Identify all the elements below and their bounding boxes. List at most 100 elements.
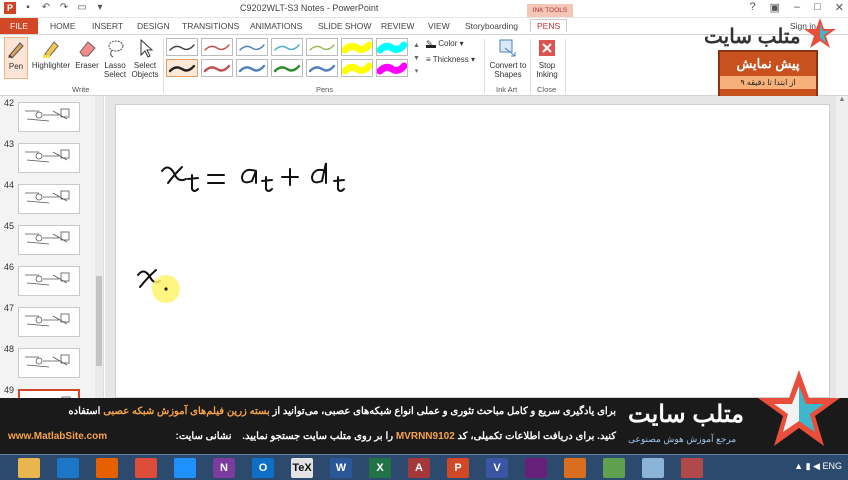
highlighter-icon bbox=[43, 41, 59, 58]
gallery-up-icon[interactable]: ▲ bbox=[412, 39, 421, 52]
tab-pens[interactable]: PENS bbox=[530, 19, 568, 32]
preview-promo-box: پیش نمایش از ابتدا تا دقیقه ۹ bbox=[718, 50, 818, 98]
tab-insert[interactable]: INSERT bbox=[92, 21, 123, 31]
taskbar-firefox-icon[interactable] bbox=[96, 458, 118, 478]
taskbar-chrome-icon[interactable] bbox=[135, 458, 157, 478]
pen-style-swatch[interactable] bbox=[306, 59, 338, 77]
pen-style-swatch[interactable] bbox=[236, 59, 268, 77]
pen-style-swatch[interactable] bbox=[376, 59, 408, 77]
taskbar-powerpoint-icon[interactable]: P bbox=[447, 458, 469, 478]
tab-animations[interactable]: ANIMATIONS bbox=[250, 21, 302, 31]
taskbar-excel-icon[interactable]: X bbox=[369, 458, 391, 478]
convert-to-shapes-button[interactable]: Convert to Shapes bbox=[489, 37, 527, 83]
pen-style-swatch[interactable] bbox=[271, 59, 303, 77]
tab-view[interactable]: VIEW bbox=[428, 21, 450, 31]
select-objects-label: Select Objects bbox=[131, 61, 159, 79]
taskbar-folder-icon[interactable] bbox=[18, 458, 40, 478]
banner-highlight[interactable]: بسته زرین فیلم‌های آموزش شبکه عصبی bbox=[103, 406, 270, 417]
maximize-icon[interactable]: □ bbox=[814, 1, 821, 14]
ribbon-options-icon[interactable]: ▣ bbox=[770, 1, 780, 14]
system-tray: ▲ ▮ ◀ ENG bbox=[794, 461, 842, 472]
tab-home[interactable]: HOME bbox=[50, 21, 76, 31]
current-slide[interactable] bbox=[115, 104, 830, 398]
tab-transitions[interactable]: TRANSITIONS bbox=[182, 21, 239, 31]
save-icon[interactable]: ▪ bbox=[22, 2, 34, 14]
thumbnail-scroll-thumb[interactable] bbox=[96, 276, 102, 366]
pen-style-swatch[interactable] bbox=[236, 38, 268, 56]
thickness-icon: ≡ bbox=[426, 55, 431, 64]
tab-storyboarding[interactable]: Storyboarding bbox=[465, 21, 518, 31]
slide-number: 44 bbox=[4, 180, 15, 190]
slide-thumbnail[interactable] bbox=[18, 225, 80, 255]
brand-subtitle: مرجع آموزش هوش مصنوعی bbox=[628, 434, 737, 444]
separator bbox=[163, 39, 164, 93]
network-icon[interactable]: ▮ bbox=[806, 461, 811, 471]
slide-thumbnail[interactable] bbox=[18, 184, 80, 214]
taskbar-matlab-icon[interactable] bbox=[564, 458, 586, 478]
pen-style-swatch[interactable] bbox=[376, 38, 408, 56]
slide-thumbnail[interactable] bbox=[18, 266, 80, 296]
convert-shapes-icon bbox=[499, 39, 516, 57]
close-icon[interactable]: ✕ bbox=[835, 1, 844, 14]
taskbar-visual-studio-icon[interactable] bbox=[525, 458, 547, 478]
slide-thumbnail[interactable] bbox=[18, 143, 80, 173]
eraser-button[interactable]: Eraser bbox=[74, 37, 100, 79]
site-url[interactable]: www.MatlabSite.com bbox=[8, 431, 107, 442]
banner-line-1: برای یادگیری سریع و کامل مباحث تئوری و ع… bbox=[68, 406, 616, 417]
gallery-down-icon[interactable]: ▼ bbox=[412, 52, 421, 65]
taskbar-ie-icon[interactable] bbox=[57, 458, 79, 478]
highlighter-label: Highlighter bbox=[31, 61, 71, 70]
customize-qat-icon[interactable]: ▾ bbox=[94, 2, 106, 14]
pen-style-swatch[interactable] bbox=[306, 38, 338, 56]
ink-drawing bbox=[137, 162, 345, 303]
tab-design[interactable]: DESIGN bbox=[137, 21, 170, 31]
thickness-dropdown[interactable]: ≡ Thickness ▾ bbox=[426, 55, 475, 64]
taskbar-access-icon[interactable]: A bbox=[408, 458, 430, 478]
slide-scrollbar[interactable]: ▲ bbox=[836, 96, 848, 398]
pen-style-swatch[interactable] bbox=[166, 59, 198, 77]
slideshow-icon[interactable]: ▭ bbox=[76, 2, 88, 14]
slide-thumbnail[interactable] bbox=[18, 348, 80, 378]
redo-icon[interactable]: ↷ bbox=[58, 2, 70, 14]
minimize-icon[interactable]: – bbox=[794, 1, 800, 14]
taskbar-onenote-icon[interactable]: N bbox=[213, 458, 235, 478]
pen-style-swatch[interactable] bbox=[201, 38, 233, 56]
taskbar-ink-icon[interactable] bbox=[603, 458, 625, 478]
slide-thumbnails-panel: 42 43 44 45 46 47 48 49 bbox=[0, 96, 104, 419]
taskbar-photos-icon[interactable] bbox=[681, 458, 703, 478]
pen-style-swatch[interactable] bbox=[341, 59, 373, 77]
brand-name: متلب سایت bbox=[628, 401, 744, 428]
taskbar-visio-icon[interactable]: V bbox=[486, 458, 508, 478]
help-icon[interactable]: ? bbox=[749, 1, 755, 14]
pen-style-swatch[interactable] bbox=[271, 38, 303, 56]
slide-thumbnail[interactable] bbox=[18, 102, 80, 132]
highlighter-button[interactable]: Highlighter bbox=[30, 37, 72, 79]
thumbnail-scrollbar[interactable] bbox=[95, 96, 103, 398]
tray-arrow-icon[interactable]: ▲ bbox=[794, 461, 803, 471]
taskbar-outlook-icon[interactable]: O bbox=[252, 458, 274, 478]
tab-file[interactable]: FILE bbox=[0, 18, 38, 34]
undo-icon[interactable]: ↶ bbox=[40, 2, 52, 14]
pen-style-swatch[interactable] bbox=[201, 59, 233, 77]
taskbar-tex-icon[interactable]: TeX bbox=[291, 458, 313, 478]
gallery-scroll-control[interactable]: ▲ ▼ ▾ bbox=[412, 39, 421, 79]
lasso-select-button[interactable]: Lasso Select bbox=[102, 37, 128, 79]
tab-review[interactable]: REVIEW bbox=[381, 21, 415, 31]
tab-slide-show[interactable]: SLIDE SHOW bbox=[318, 21, 371, 31]
pen-style-swatch[interactable] bbox=[341, 38, 373, 56]
stop-inking-button[interactable]: Stop Inking bbox=[533, 37, 561, 83]
scroll-up-icon[interactable]: ▲ bbox=[836, 96, 848, 103]
slide-thumbnail[interactable] bbox=[18, 307, 80, 337]
select-objects-button[interactable]: Select Objects bbox=[130, 37, 160, 79]
write-group-label: Write bbox=[72, 85, 90, 94]
taskbar-notes-icon[interactable] bbox=[642, 458, 664, 478]
pen-style-swatch[interactable] bbox=[166, 38, 198, 56]
taskbar-word-icon[interactable]: W bbox=[330, 458, 352, 478]
stop-inking-icon bbox=[539, 40, 555, 56]
gallery-more-icon[interactable]: ▾ bbox=[412, 65, 421, 78]
language-indicator[interactable]: ENG bbox=[822, 461, 842, 471]
taskbar-ie-blue-icon[interactable] bbox=[174, 458, 196, 478]
volume-icon[interactable]: ◀ bbox=[813, 461, 820, 471]
color-dropdown[interactable]: ✎ Color ▾ bbox=[426, 39, 464, 48]
pen-button[interactable]: Pen bbox=[4, 37, 28, 79]
